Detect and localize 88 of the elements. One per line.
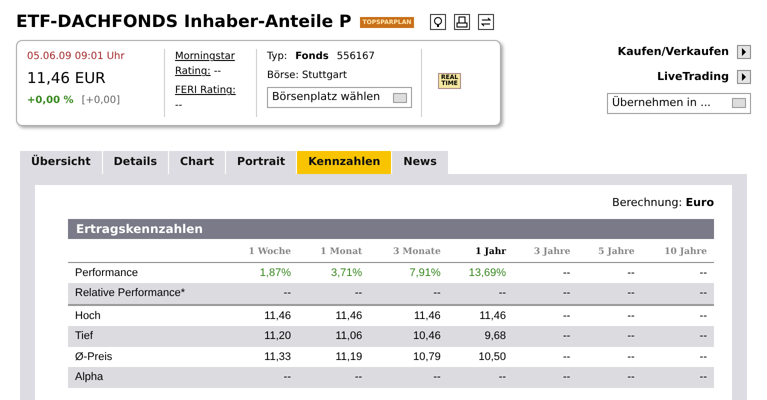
table-cell: -- xyxy=(369,283,448,305)
table-cell: 11,06 xyxy=(298,326,370,347)
row-label: Tief xyxy=(68,326,226,347)
table-cell: -- xyxy=(513,346,578,368)
column-header[interactable]: 1 Monat xyxy=(298,239,370,262)
play-icon xyxy=(741,48,747,56)
feri-rating-link[interactable]: FERI Rating: xyxy=(175,83,236,98)
table-cell: -- xyxy=(448,283,514,305)
row-label: Performance xyxy=(68,262,226,284)
row-label: Hoch xyxy=(68,304,226,326)
change-absolute: [+0,00] xyxy=(82,94,120,108)
row-label: Relative Performance* xyxy=(68,283,226,305)
table-cell: -- xyxy=(448,367,514,388)
column-header[interactable]: 1 Woche xyxy=(226,239,298,262)
table-cell: 3,71% xyxy=(298,262,370,284)
table-cell: 11,46 xyxy=(369,304,448,326)
table-cell: -- xyxy=(642,367,714,388)
table-cell: 13,69% xyxy=(448,262,514,284)
tab[interactable]: Chart xyxy=(169,151,226,174)
type-value: Fonds xyxy=(295,50,329,64)
table-cell: -- xyxy=(577,304,642,326)
type-label: Typ: xyxy=(267,50,288,64)
tab[interactable]: Übersicht xyxy=(20,151,103,174)
feri-rating-value: -- xyxy=(175,99,184,114)
table-cell: -- xyxy=(513,326,578,347)
calculation-value: Euro xyxy=(686,196,714,209)
table-cell: 11,46 xyxy=(298,304,370,326)
table-cell: 7,91% xyxy=(369,262,448,284)
action-link[interactable]: LiveTrading xyxy=(657,68,729,85)
table-cell: -- xyxy=(642,283,714,305)
calculation-label: Berechnung: xyxy=(612,196,682,209)
table-cell: -- xyxy=(226,283,298,305)
tab[interactable]: Portrait xyxy=(226,151,298,174)
table-cell: -- xyxy=(513,367,578,388)
change-percent: +0,00 % xyxy=(27,94,74,108)
security-id: 556167 xyxy=(336,50,375,64)
table-cell: 11,33 xyxy=(226,346,298,368)
table-cell: -- xyxy=(577,326,642,347)
column-header[interactable]: 3 Monate xyxy=(369,239,448,262)
table-cell: -- xyxy=(642,262,714,284)
exchange-label: Börse: Stuttgart xyxy=(267,69,348,84)
swap-icon[interactable] xyxy=(478,14,494,30)
morningstar-rating-value: -- xyxy=(214,66,222,78)
row-label: Ø-Preis xyxy=(68,346,226,368)
tab[interactable]: News xyxy=(392,151,449,174)
column-header[interactable]: 1 Jahr xyxy=(448,239,514,262)
play-icon xyxy=(741,72,747,81)
table-cell: 11,20 xyxy=(226,326,298,347)
table-cell: -- xyxy=(577,262,642,284)
print-icon[interactable] xyxy=(454,14,470,30)
table-cell: -- xyxy=(298,283,370,305)
table-cell: 9,68 xyxy=(448,326,514,347)
column-header[interactable]: 10 Jahre xyxy=(642,239,714,262)
tab[interactable]: Details xyxy=(102,151,169,174)
exchange-select[interactable]: Börsenplatz wählen xyxy=(267,87,412,108)
action-link[interactable]: Kaufen/Verkaufen xyxy=(618,44,729,60)
table-cell: 11,19 xyxy=(298,346,370,368)
quote-timestamp: 05.06.09 09:01 Uhr xyxy=(27,50,126,64)
morningstar-rating-link[interactable]: Morningstar xyxy=(175,51,235,62)
morningstar-rating-link[interactable]: Rating: xyxy=(175,66,211,78)
table-cell: 1,87% xyxy=(226,262,298,284)
table-cell: 10,46 xyxy=(369,326,448,347)
page-title: ETF-DACHFONDS Inhaber-Anteile P xyxy=(16,12,352,32)
table-cell: -- xyxy=(369,367,448,388)
tab[interactable]: Kennzahlen xyxy=(297,151,392,174)
row-label: Alpha xyxy=(68,367,226,388)
column-header[interactable]: 3 Jahre xyxy=(513,239,578,262)
table-cell: 11,46 xyxy=(448,304,514,326)
table-title: Ertragskennzahlen xyxy=(68,219,714,240)
table-cell: -- xyxy=(642,326,714,347)
table-cell: -- xyxy=(577,367,642,388)
table-cell: 11,46 xyxy=(226,304,298,326)
table-cell: 10,79 xyxy=(369,346,448,368)
table-cell: -- xyxy=(642,346,714,368)
table-cell: -- xyxy=(577,346,642,368)
table-cell: 10,50 xyxy=(448,346,514,368)
transfer-select[interactable]: Übernehmen in ... xyxy=(607,93,751,114)
table-cell: -- xyxy=(513,262,578,284)
quote-price: 11,46 EUR xyxy=(27,68,107,90)
table-cell: -- xyxy=(513,304,578,326)
table-cell: -- xyxy=(226,367,298,388)
table-cell: -- xyxy=(642,304,714,326)
arrow-button[interactable] xyxy=(737,45,751,60)
table-cell: -- xyxy=(513,283,578,305)
arrow-button[interactable] xyxy=(737,70,751,84)
table-cell: -- xyxy=(298,367,370,388)
table-cell: -- xyxy=(577,283,642,305)
column-header[interactable]: 5 Jahre xyxy=(577,239,642,262)
